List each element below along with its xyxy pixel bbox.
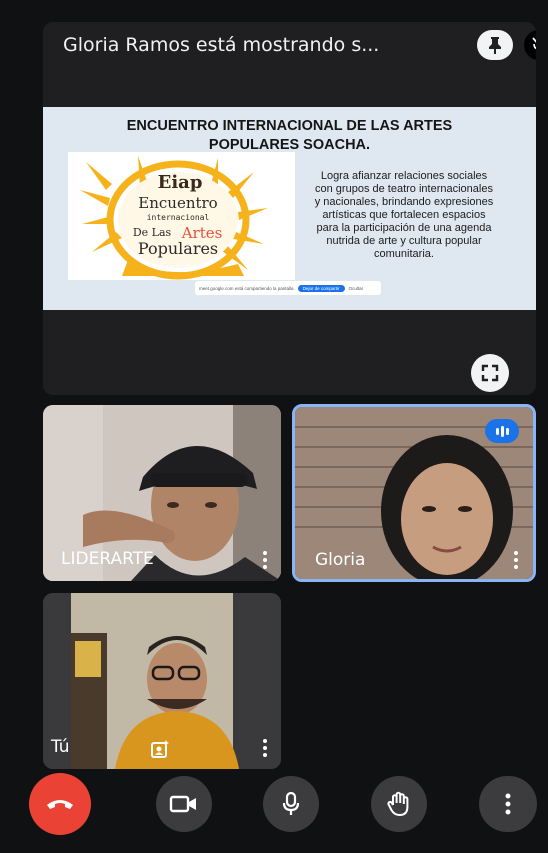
background-effects-button[interactable] bbox=[150, 739, 170, 763]
more-vert-dot bbox=[263, 753, 267, 757]
participant-menu-button[interactable] bbox=[513, 551, 519, 571]
stop-sharing-button[interactable]: Dejar de compartir bbox=[297, 284, 345, 292]
slide-title: ENCUENTRO INTERNACIONAL DE LAS ARTES POP… bbox=[43, 117, 536, 155]
audio-level-bar bbox=[500, 425, 504, 437]
participant-name: LIDERARTE bbox=[61, 549, 154, 569]
pin-icon bbox=[489, 37, 501, 54]
audio-level-bar bbox=[505, 427, 509, 435]
shared-screen-slide: ENCUENTRO INTERNACIONAL DE LAS ARTES POP… bbox=[43, 107, 536, 310]
eiap-logo: Soacha Eiap Encuentro internacional De L… bbox=[68, 152, 295, 280]
mic-icon bbox=[282, 791, 300, 815]
end-call-button[interactable] bbox=[29, 773, 91, 835]
logo-soacha-text: Soacha bbox=[160, 262, 197, 273]
presentation-title: Gloria Ramos está mostrando s... bbox=[63, 34, 380, 56]
portrait-effect-icon bbox=[151, 740, 169, 758]
logo-internacional-text: internacional bbox=[147, 213, 210, 222]
toggle-camera-button[interactable] bbox=[156, 776, 212, 832]
pin-button[interactable] bbox=[477, 30, 513, 60]
presentation-tile[interactable]: Gloria Ramos está mostrando s... ENCUENT… bbox=[43, 22, 536, 395]
logo-populares-text: Populares bbox=[138, 239, 218, 258]
toggle-microphone-button[interactable] bbox=[263, 776, 319, 832]
more-options-button[interactable] bbox=[479, 776, 537, 832]
self-video-tile[interactable]: Tú bbox=[43, 593, 281, 769]
participant-name: Gloria bbox=[315, 550, 366, 570]
slide-body-text: Logra afianzar relaciones sociales con g… bbox=[314, 170, 494, 260]
logo-de-las-text: De Las bbox=[133, 226, 172, 239]
presenter-muted-indicator bbox=[524, 30, 536, 60]
eiap-logo-graphic: Soacha Eiap Encuentro internacional De L… bbox=[80, 156, 268, 280]
share-notice-text: meet.google.com está compartiendo la pan… bbox=[199, 285, 294, 291]
more-vert-dot bbox=[514, 565, 518, 569]
more-vert-dot bbox=[263, 558, 267, 562]
participant-tile-gloria[interactable]: Gloria bbox=[292, 404, 536, 582]
raise-hand-icon bbox=[387, 791, 409, 816]
raise-hand-button[interactable] bbox=[371, 776, 427, 832]
hide-notice-button[interactable]: Ocultar bbox=[349, 286, 364, 291]
videocam-icon bbox=[169, 795, 196, 813]
speaking-indicator bbox=[485, 419, 519, 443]
participant-tile-liderarte[interactable]: LIDERARTE bbox=[43, 405, 281, 581]
fullscreen-button[interactable] bbox=[471, 354, 509, 392]
more-vert-icon bbox=[505, 793, 511, 815]
more-vert-dot bbox=[263, 565, 267, 569]
screen-share-notice: meet.google.com está compartiendo la pan… bbox=[195, 281, 381, 295]
slide-title-line1: ENCUENTRO INTERNACIONAL DE LAS ARTES bbox=[126, 118, 453, 134]
more-vert-icon bbox=[514, 551, 518, 555]
audio-level-bar bbox=[495, 427, 499, 435]
more-vert-icon bbox=[263, 739, 267, 743]
fullscreen-icon bbox=[481, 364, 499, 382]
more-vert-icon bbox=[263, 551, 267, 555]
more-vert-dot bbox=[514, 558, 518, 562]
logo-eiap-text: Eiap bbox=[158, 172, 203, 193]
participant-menu-button[interactable] bbox=[262, 551, 268, 571]
call-end-icon bbox=[47, 800, 73, 809]
more-vert-dot bbox=[263, 746, 267, 750]
logo-encuentro-text: Encuentro bbox=[138, 194, 217, 212]
self-name: Tú bbox=[51, 737, 70, 757]
self-menu-button[interactable] bbox=[262, 739, 268, 759]
mic-off-icon bbox=[532, 37, 536, 50]
